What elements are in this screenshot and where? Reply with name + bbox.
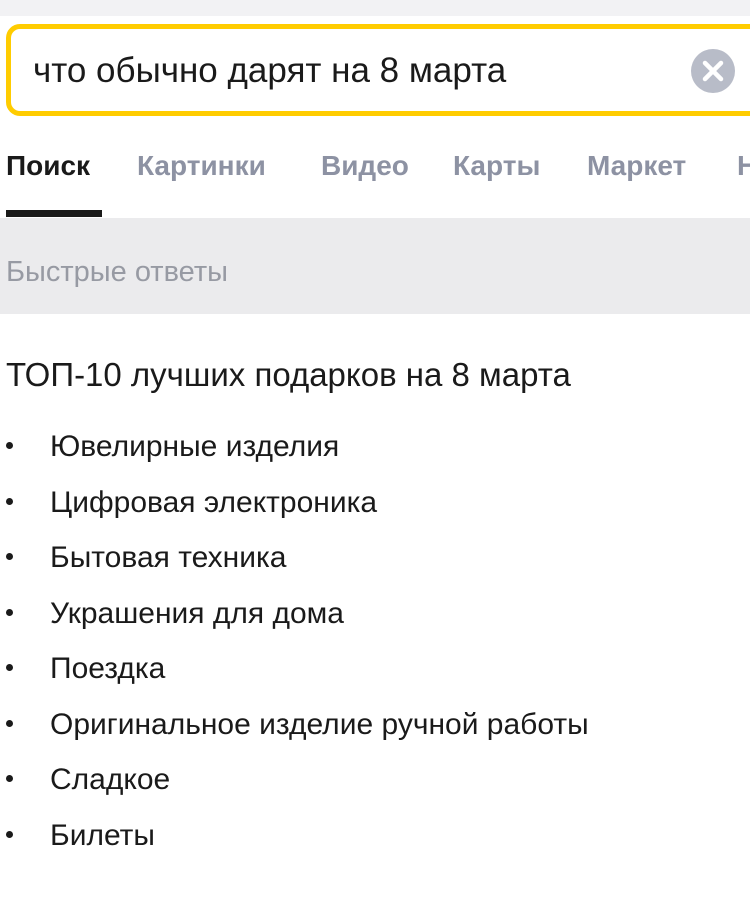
list-item: Бытовая техника [0,531,750,587]
list-item: Билеты [0,809,750,865]
list-item-text: Цифровая электроника [50,485,378,519]
list-item: Украшения для дома [0,587,750,643]
bullet-icon [6,608,13,616]
status-strip [0,0,750,16]
quick-answers-label: Быстрые ответы [6,256,228,288]
bullet-icon [6,553,13,560]
clear-search-button[interactable] [691,49,735,93]
bullet-icon [6,719,13,727]
list-item: Поездка [0,642,750,698]
tab-search[interactable]: Поиск [6,150,90,182]
bullet-icon [6,442,13,449]
list-item: Сладкое [0,753,750,809]
list-item: Цифровая электроника [0,476,750,532]
bullet-icon [6,830,13,838]
tab-market[interactable]: Маркет [587,150,686,182]
search-query[interactable]: что обычно дарят на 8 марта [33,51,506,91]
list-item-text: Ювелирные изделия [50,430,340,463]
bullet-icon [6,775,13,782]
quick-answers-header: Быстрые ответы [0,218,750,314]
close-icon [702,60,724,82]
list-item-text: Оригинальное изделие ручной работы [50,707,589,741]
tab-maps[interactable]: Карты [453,150,540,182]
answer-title: ТОП-10 лучших подарков на 8 марта [6,356,571,393]
list-item-text: Поездка [50,652,166,685]
active-tab-indicator [6,210,102,217]
list-item-text: Сладкое [50,763,171,796]
gift-list: Ювелирные изделия Цифровая электроника Б… [0,420,750,864]
list-item: Ювелирные изделия [0,420,750,476]
tab-images[interactable]: Картинки [137,150,266,182]
tab-video[interactable]: Видео [321,150,409,182]
search-input-box[interactable]: что обычно дарят на 8 марта [6,24,750,116]
bullet-icon [6,497,13,505]
list-item-text: Билеты [50,818,155,852]
search-tabs: Поиск Картинки Видео Карты Маркет Н [0,140,750,218]
list-item: Оригинальное изделие ручной работы [0,698,750,754]
list-item-text: Украшения для дома [50,596,344,630]
list-item-text: Бытовая техника [50,541,287,574]
search-results-screen: что обычно дарят на 8 марта Поиск Картин… [0,0,750,899]
bullet-icon [6,664,13,671]
tab-next[interactable]: Н [737,150,750,182]
